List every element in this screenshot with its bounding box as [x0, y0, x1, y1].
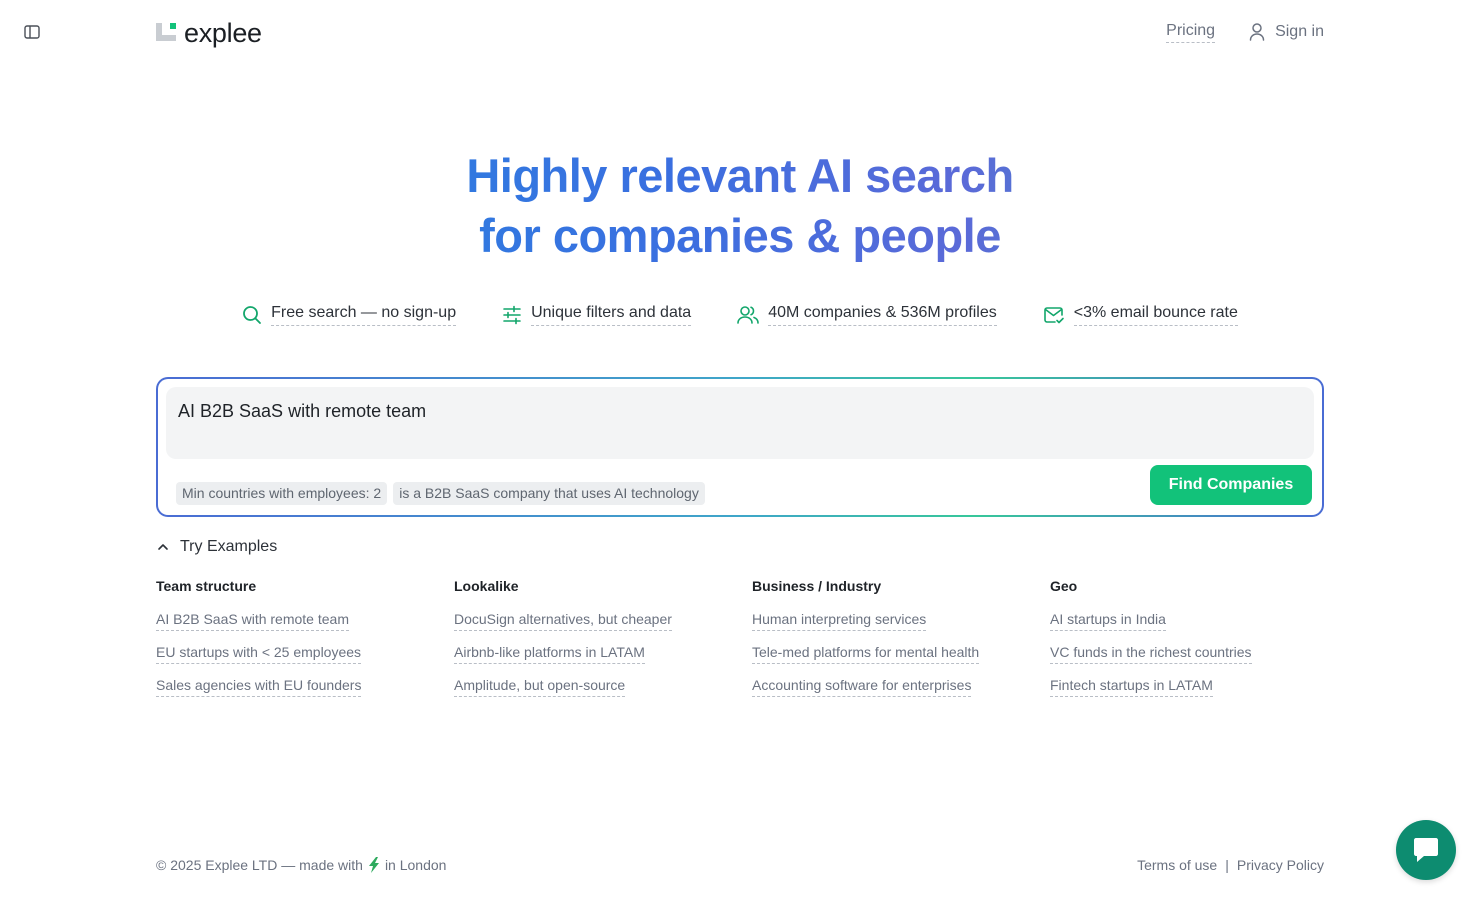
- feature-database-size: 40M companies & 536M profiles: [737, 304, 997, 326]
- feature-free-search: Free search — no sign-up: [242, 304, 457, 326]
- filter-chip[interactable]: is a B2B SaaS company that uses AI techn…: [393, 482, 705, 505]
- pricing-link[interactable]: Pricing: [1166, 22, 1216, 43]
- filter-chip[interactable]: Min countries with employees: 2: [176, 482, 388, 505]
- chat-widget-button[interactable]: [1396, 820, 1456, 880]
- sign-in-button[interactable]: Sign in: [1249, 23, 1324, 41]
- examples-column-business-industry: Business / Industry Human interpreting s…: [752, 578, 1050, 710]
- examples-column-team-structure: Team structure AI B2B SaaS with remote t…: [156, 578, 454, 710]
- copyright-location: in London: [384, 857, 447, 873]
- feature-filters: Unique filters and data: [502, 304, 692, 326]
- example-link[interactable]: Fintech startups in LATAM: [1050, 677, 1213, 697]
- logo[interactable]: explee: [156, 17, 262, 49]
- example-link[interactable]: Human interpreting services: [752, 611, 927, 631]
- feature-label: Free search — no sign-up: [271, 304, 457, 326]
- logo-text: explee: [184, 17, 262, 48]
- top-nav: Pricing Sign in: [1166, 20, 1324, 44]
- feature-label: Unique filters and data: [531, 304, 692, 326]
- sidebar-toggle-icon[interactable]: [22, 22, 42, 42]
- hero-title-line-2: for companies & people: [0, 206, 1480, 266]
- hero-title-line-1: Highly relevant AI search: [0, 146, 1480, 206]
- find-companies-button[interactable]: Find Companies: [1150, 465, 1312, 505]
- page: explee Pricing Sign in Highly relevant A…: [0, 0, 1480, 900]
- example-link[interactable]: AI B2B SaaS with remote team: [156, 611, 349, 631]
- user-icon: [1249, 23, 1265, 41]
- example-link[interactable]: AI startups in India: [1050, 611, 1166, 631]
- privacy-link[interactable]: Privacy Policy: [1237, 857, 1324, 873]
- copyright-text: © 2025 Explee LTD — made with: [156, 857, 363, 873]
- mail-check-icon: [1043, 307, 1064, 324]
- feature-bounce-rate: <3% email bounce rate: [1043, 304, 1238, 326]
- sliders-icon: [503, 305, 521, 325]
- search-input[interactable]: AI B2B SaaS with remote team: [166, 387, 1314, 459]
- feature-label: <3% email bounce rate: [1073, 304, 1238, 326]
- example-link[interactable]: VC funds in the richest countries: [1050, 644, 1252, 664]
- terms-link[interactable]: Terms of use: [1137, 857, 1217, 873]
- example-link[interactable]: EU startups with < 25 employees: [156, 644, 362, 664]
- example-link[interactable]: Accounting software for enterprises: [752, 677, 972, 697]
- footer-separator: |: [1225, 857, 1229, 873]
- examples-column-lookalike: Lookalike DocuSign alternatives, but che…: [454, 578, 752, 710]
- footer-links: Terms of use | Privacy Policy: [1137, 857, 1324, 873]
- examples-column-heading: Lookalike: [454, 578, 519, 594]
- examples-column-heading: Business / Industry: [752, 578, 882, 594]
- feature-list: Free search — no sign-up Unique filters …: [0, 304, 1480, 326]
- hero-title: Highly relevant AI search for companies …: [0, 146, 1480, 266]
- feature-label: 40M companies & 536M profiles: [768, 304, 997, 326]
- chevron-up-icon: [158, 544, 168, 550]
- examples-column-geo: Geo AI startups in India VC funds in the…: [1050, 578, 1348, 710]
- examples-grid: Team structure AI B2B SaaS with remote t…: [156, 578, 1348, 710]
- footer-copyright: © 2025 Explee LTD — made with in London: [156, 857, 446, 873]
- examples-column-heading: Geo: [1050, 578, 1078, 594]
- example-link[interactable]: Amplitude, but open-source: [454, 677, 626, 697]
- search-icon: [243, 306, 262, 324]
- example-link[interactable]: DocuSign alternatives, but cheaper: [454, 611, 672, 631]
- try-examples-toggle[interactable]: Try Examples: [156, 538, 277, 556]
- example-link[interactable]: Tele-med platforms for mental health: [752, 644, 980, 664]
- examples-column-heading: Team structure: [156, 578, 257, 594]
- lightning-icon: [368, 857, 379, 873]
- filter-chip-list: Min countries with employees: 2 is a B2B…: [176, 482, 705, 505]
- search-box-inner: AI B2B SaaS with remote team Min countri…: [158, 379, 1322, 515]
- chat-bubble-icon: [1414, 838, 1438, 862]
- search-box: AI B2B SaaS with remote team Min countri…: [156, 377, 1324, 517]
- example-link[interactable]: Sales agencies with EU founders: [156, 677, 362, 697]
- logo-mark-icon: [156, 21, 178, 45]
- example-link[interactable]: Airbnb-like platforms in LATAM: [454, 644, 645, 664]
- sign-in-label: Sign in: [1275, 23, 1324, 40]
- users-icon: [737, 306, 760, 324]
- try-examples-label: Try Examples: [180, 538, 278, 555]
